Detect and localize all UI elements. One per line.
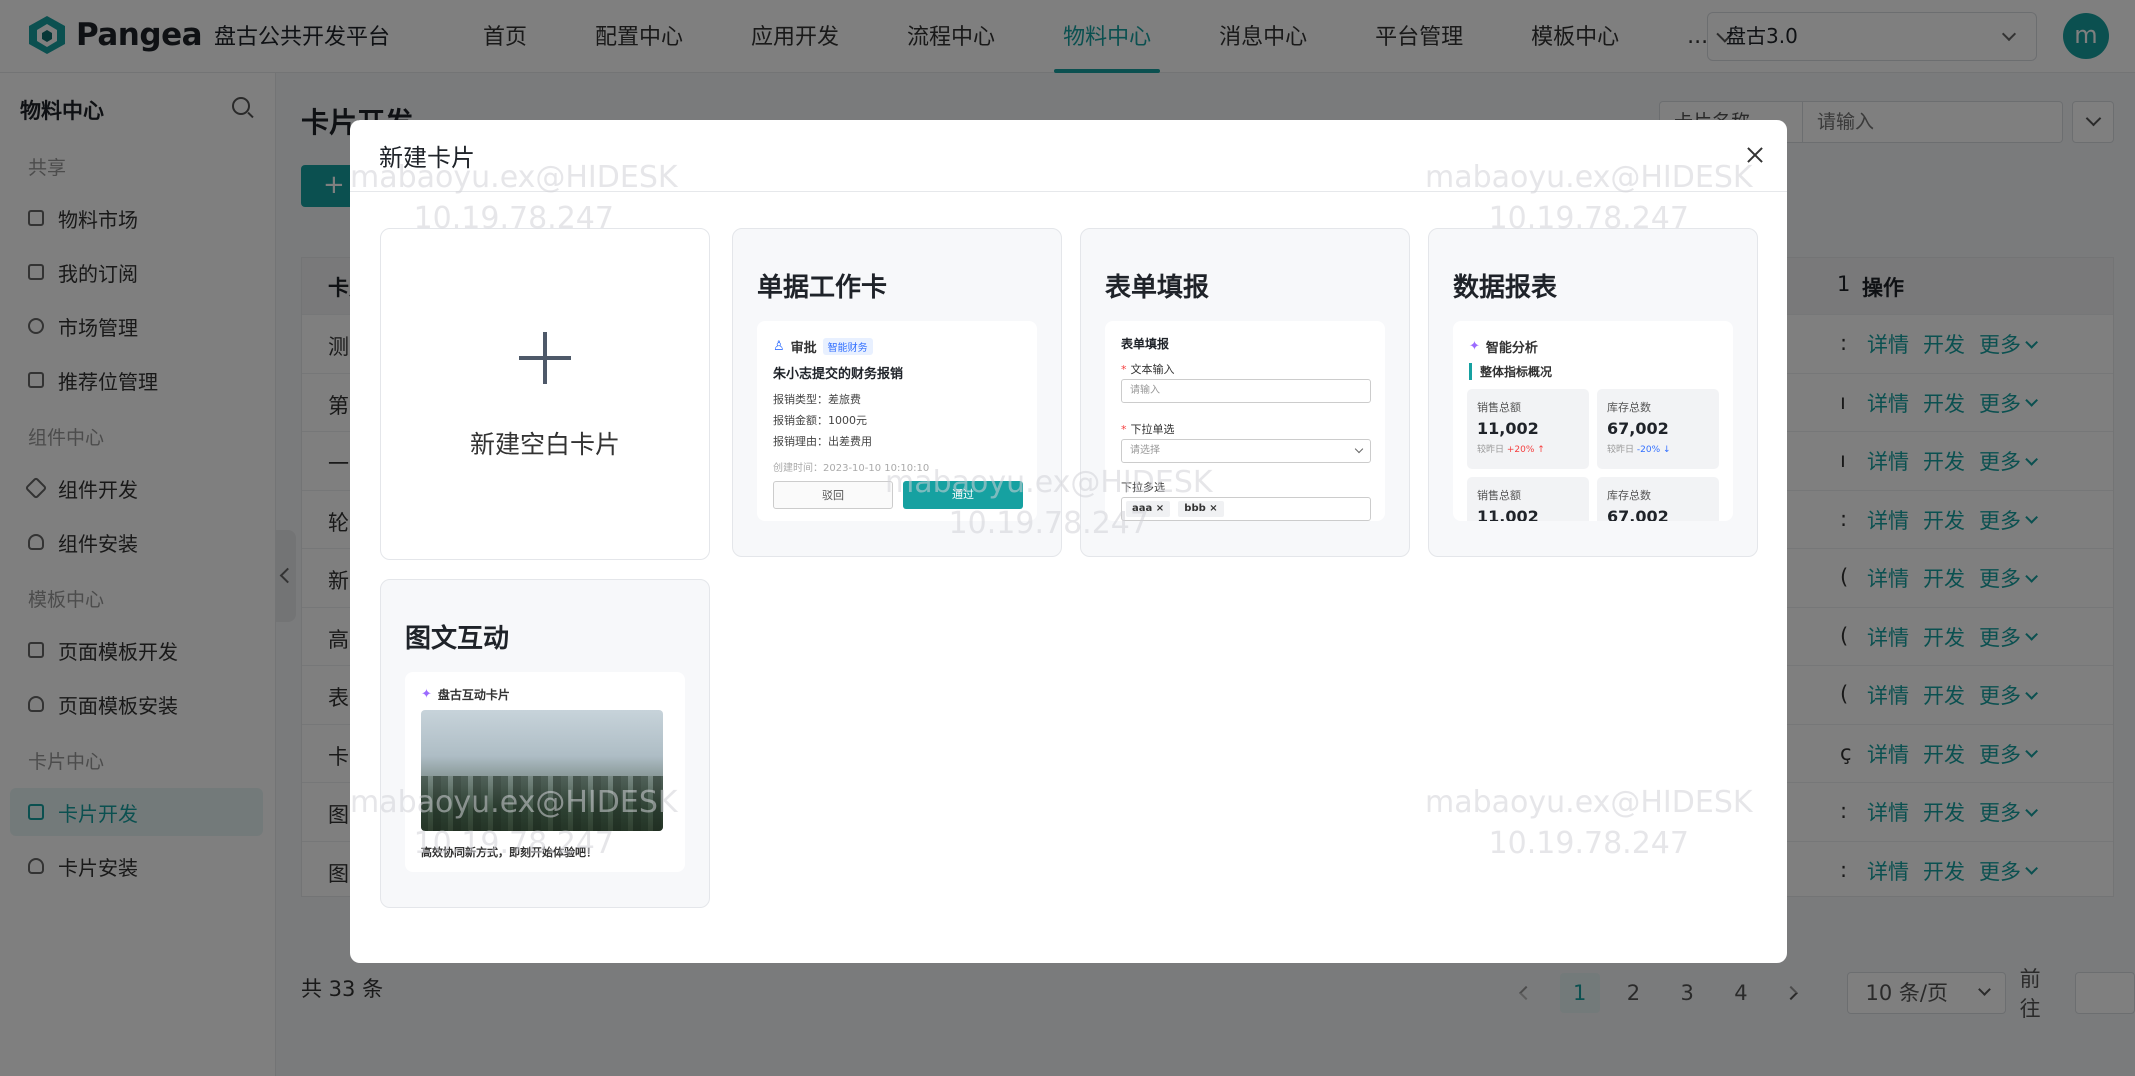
preview-forest-image [421,710,663,831]
preview-stat: 库存总数 67,002 较昨日 -20% ↓ [1597,389,1719,469]
template-form-card[interactable]: 表单填报 表单填报 * 文本输入 请输入 * 下拉单选 请选择 下拉多选 aaa ×… [1080,228,1410,557]
dialog-title: 新建卡片 [379,144,475,172]
preview-stat: 销售总额 11,002 较昨日 +20% ↑ [1467,389,1589,469]
preview-tag: 智能财务 [822,338,873,355]
template-name: 表单填报 [1105,273,1210,303]
preview-title: 表单填报 [1121,337,1170,351]
preview-line: 报销理由：出差费用 [773,435,872,448]
template-preview: ♙ 审批 智能财务 朱小志提交的财务报销 报销类型：差旅费 报销金额：1000元… [757,321,1037,521]
preview-line: 报销金额：1000元 [773,414,867,427]
preview-stat: 库存总数 67,002 [1597,477,1719,521]
template-media-card[interactable]: 图文互动 ✦ 盘古互动卡片 高效协同新方式，即刻开始体验吧！ [380,579,710,908]
preview-line: 报销类型：差旅费 [773,393,861,406]
preview-text-input: 请输入 [1121,379,1371,403]
preview-multi-select: aaa × bbb × [1121,497,1371,521]
template-preview: ✦ 盘古互动卡片 高效协同新方式，即刻开始体验吧！ [405,672,685,872]
preview-field-label: 下拉多选 [1121,481,1165,494]
preview-title: 朱小志提交的财务报销 [773,367,904,382]
preview-approve-button: 通过 [903,481,1023,509]
blank-card-option[interactable]: 新建空白卡片 [380,228,710,560]
template-document-card[interactable]: 单据工作卡 ♙ 审批 智能财务 朱小志提交的财务报销 报销类型：差旅费 报销金额… [732,228,1062,557]
template-name: 单据工作卡 [757,273,888,303]
preview-select: 请选择 [1121,439,1371,463]
chevron-down-icon [1354,444,1364,454]
close-icon[interactable] [1744,144,1766,166]
template-name: 数据报表 [1453,273,1558,303]
sparkle-icon: ✦ [1469,339,1480,354]
preview-field-label: * 下拉单选 [1121,423,1175,436]
user-icon: ♙ [773,339,785,354]
preview-chip: aaa × [1126,501,1171,517]
template-name: 图文互动 [405,624,510,654]
preview-chip: bbb × [1178,501,1224,517]
dialog-divider [350,191,1787,192]
preview-caption: 高效协同新方式，即刻开始体验吧！ [421,846,597,859]
new-card-dialog: 新建卡片 新建空白卡片 单据工作卡 ♙ 审批 智能财务 朱小志提交的财务报销 报… [350,120,1787,963]
preview-header: ✦ 智能分析 [1469,339,1538,356]
preview-time: 创建时间：2023-10-10 10:10:10 [773,463,930,474]
template-preview: ✦ 智能分析 整体指标概况 销售总额 11,002 较昨日 +20% ↑ 库存总… [1453,321,1733,521]
blank-card-label: 新建空白卡片 [469,430,620,459]
template-report-card[interactable]: 数据报表 ✦ 智能分析 整体指标概况 销售总额 11,002 较昨日 +20% … [1428,228,1758,557]
preview-stat: 销售总额 11,002 [1467,477,1589,521]
plus-icon [519,332,571,384]
sparkle-icon: ✦ [421,687,432,702]
preview-field-label: * 文本输入 [1121,363,1175,376]
preview-header: ✦ 盘古互动卡片 [421,687,510,702]
preview-subtitle: 整体指标概况 [1469,363,1552,380]
preview-header: ♙ 审批 智能财务 [773,337,873,356]
preview-reject-button: 驳回 [773,481,893,509]
preview-header-label: 审批 [790,341,817,356]
template-preview: 表单填报 * 文本输入 请输入 * 下拉单选 请选择 下拉多选 aaa × bbb … [1105,321,1385,521]
